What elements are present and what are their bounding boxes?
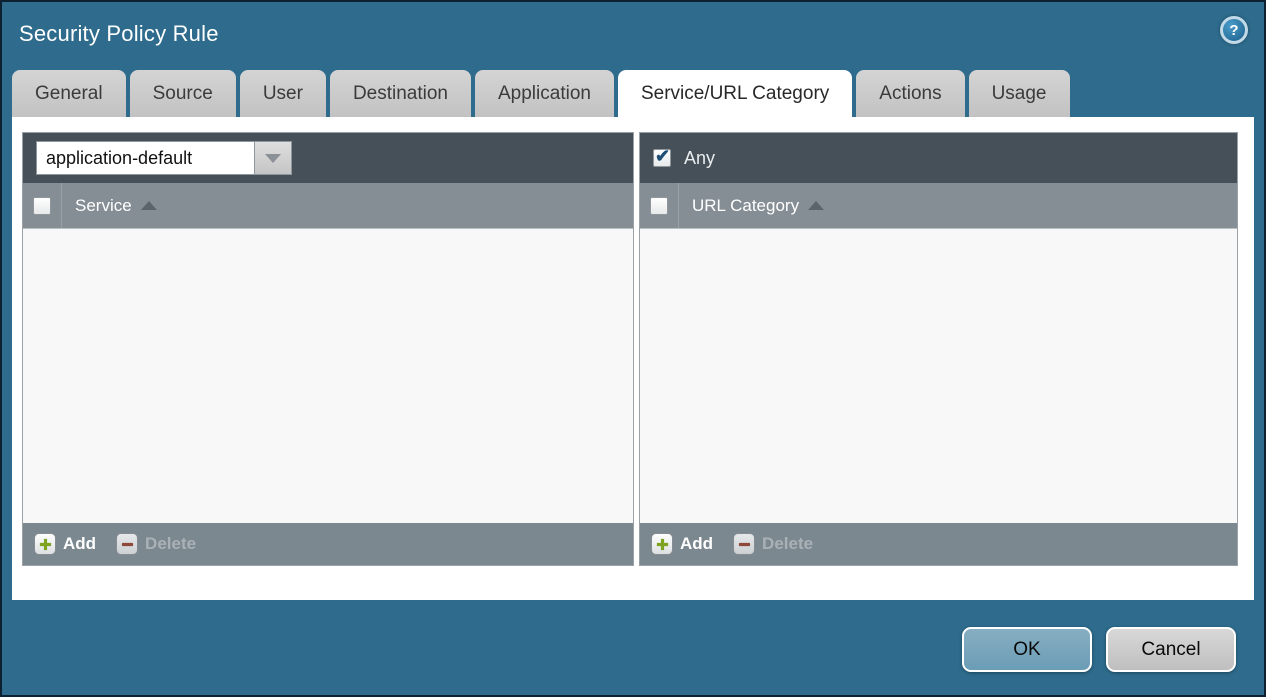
service-panel-footer: Add Delete	[23, 523, 633, 565]
service-delete-label: Delete	[145, 534, 196, 554]
sort-ascending-icon[interactable]	[808, 201, 824, 210]
tab-service-url-category[interactable]: Service/URL Category	[618, 70, 852, 117]
service-type-dropdown	[36, 141, 292, 175]
service-column-header: Service	[23, 183, 633, 229]
tab-user[interactable]: User	[240, 70, 326, 117]
url-category-panel: Any URL Category Add	[639, 132, 1238, 566]
service-delete-button[interactable]: Delete	[116, 533, 196, 555]
service-select-all-cell	[23, 183, 62, 228]
ok-button[interactable]: OK	[962, 627, 1092, 672]
service-add-label: Add	[63, 534, 96, 554]
url-category-select-all-cell	[640, 183, 679, 228]
page-title: Security Policy Rule	[19, 21, 219, 47]
service-panel: Service Add Delete	[22, 132, 634, 566]
service-column-label: Service	[75, 196, 132, 216]
url-category-delete-button[interactable]: Delete	[733, 533, 813, 555]
url-category-column-header: URL Category	[640, 183, 1237, 229]
url-category-list	[640, 229, 1237, 523]
url-category-add-button[interactable]: Add	[651, 533, 713, 555]
plus-icon	[651, 533, 673, 555]
url-category-delete-label: Delete	[762, 534, 813, 554]
any-label: Any	[684, 148, 715, 169]
url-category-add-label: Add	[680, 534, 713, 554]
service-add-button[interactable]: Add	[34, 533, 96, 555]
cancel-button[interactable]: Cancel	[1106, 627, 1236, 672]
service-select-all-checkbox[interactable]	[33, 197, 51, 215]
url-category-panel-header: Any	[640, 133, 1237, 183]
tab-source[interactable]: Source	[130, 70, 236, 117]
service-type-dropdown-button[interactable]	[254, 141, 292, 175]
any-checkbox[interactable]	[653, 149, 671, 167]
tab-strip: General Source User Destination Applicat…	[12, 70, 1070, 117]
service-list	[23, 229, 633, 523]
tab-destination[interactable]: Destination	[330, 70, 471, 117]
minus-icon	[733, 533, 755, 555]
sort-ascending-icon[interactable]	[141, 201, 157, 210]
service-panel-header	[23, 133, 633, 183]
url-category-panel-footer: Add Delete	[640, 523, 1237, 565]
plus-icon	[34, 533, 56, 555]
dialog-buttons: OK Cancel	[962, 627, 1236, 672]
url-category-select-all-checkbox[interactable]	[650, 197, 668, 215]
tab-application[interactable]: Application	[475, 70, 614, 117]
tab-actions[interactable]: Actions	[856, 70, 964, 117]
security-policy-rule-dialog: Security Policy Rule General Source User…	[0, 0, 1266, 697]
url-category-column-label: URL Category	[692, 196, 799, 216]
title-bar: Security Policy Rule	[2, 2, 1264, 70]
service-type-input[interactable]	[36, 141, 254, 175]
help-icon[interactable]	[1220, 16, 1248, 44]
tab-general[interactable]: General	[12, 70, 126, 117]
tab-usage[interactable]: Usage	[969, 70, 1070, 117]
chevron-down-icon	[265, 154, 281, 163]
minus-icon	[116, 533, 138, 555]
tab-content: Service Add Delete	[12, 117, 1254, 600]
